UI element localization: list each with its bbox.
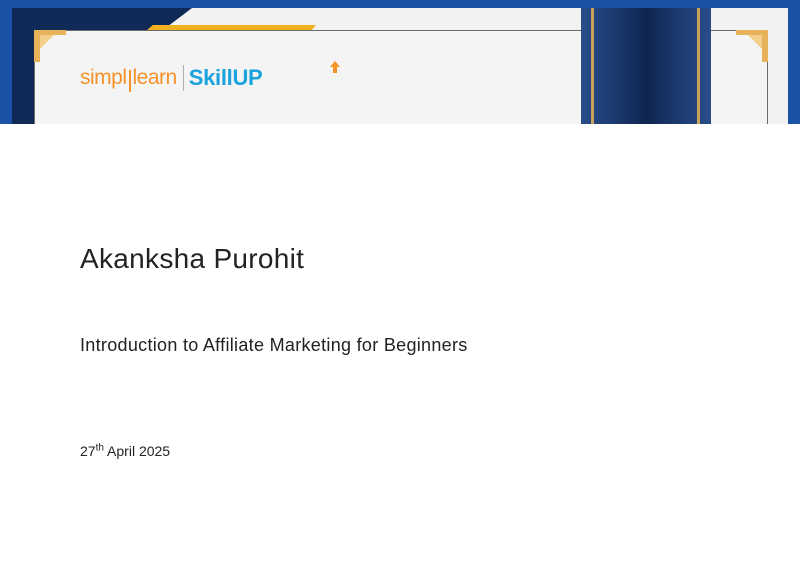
date-month-year: April 2025: [107, 443, 171, 459]
gold-corner-ornament-right: [736, 30, 768, 62]
logo-simpli-text: simpl: [80, 66, 127, 89]
ribbon-gold-line-left: [591, 8, 594, 124]
skillup-arrow-icon: [330, 61, 340, 73]
logo-learn-text: learn: [132, 66, 178, 89]
certificate-ribbon: [581, 8, 711, 124]
recipient-name: Akanksha Purohit: [80, 243, 305, 274]
logo-skillup-text: SkillUP: [188, 65, 263, 90]
logo-divider: [182, 65, 184, 91]
completion-date: 27th April 2025: [80, 443, 170, 459]
certificate-page: simpl learn SkillUP Akanksha Purohit Int…: [0, 0, 800, 565]
simplilearn-skillup-logo: simpl learn SkillUP: [80, 60, 340, 96]
gold-corner-ornament-left: [34, 30, 66, 62]
date-day: 27: [80, 443, 96, 459]
ribbon-gold-line-right: [697, 8, 700, 124]
course-title: Introduction to Affiliate Marketing for …: [80, 335, 468, 355]
certificate-header-banner: simpl learn SkillUP: [0, 0, 800, 124]
date-day-suffix: th: [95, 442, 104, 454]
logo-i-mark: [128, 70, 131, 92]
